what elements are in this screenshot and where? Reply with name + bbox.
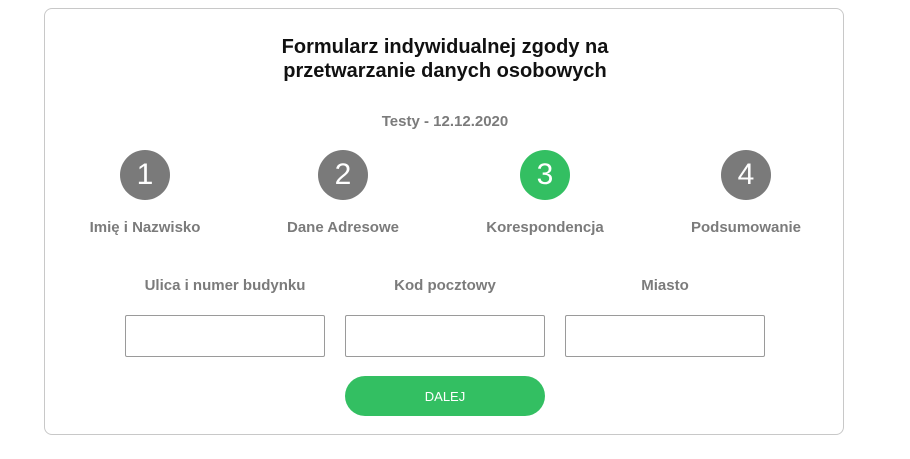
city-input[interactable]: [565, 315, 765, 357]
form-title-line-1: Formularz indywidualnej zgody na: [281, 36, 609, 58]
street-field-label: Ulica i numer budynku: [144, 277, 306, 294]
street-input[interactable]: [125, 315, 325, 357]
step-3-label: Korespondencja: [486, 219, 604, 236]
form-title-line-2: przetwarzanie danych osobowych: [283, 60, 607, 82]
city-field-group: Miasto: [565, 277, 765, 357]
step-2[interactable]: 2 Dane Adresowe: [253, 150, 433, 236]
step-4-label: Podsumowanie: [690, 219, 802, 236]
step-2-label: Dane Adresowe: [287, 219, 399, 236]
postal-code-field-group: Kod pocztowy: [345, 277, 545, 357]
step-1[interactable]: 1 Imię i Nazwisko: [55, 150, 235, 236]
step-1-number: 1: [120, 150, 170, 200]
postal-code-field-label: Kod pocztowy: [394, 277, 496, 294]
form-subtitle: Testy - 12.12.2020: [381, 113, 509, 130]
step-3-number: 3: [520, 150, 570, 200]
step-4[interactable]: 4 Podsumowanie: [656, 150, 836, 236]
consent-form-card: Formularz indywidualnej zgody na przetwa…: [44, 8, 844, 435]
step-4-number: 4: [721, 150, 771, 200]
next-button[interactable]: DALEJ: [345, 376, 545, 416]
city-field-label: Miasto: [641, 277, 689, 294]
street-field-group: Ulica i numer budynku: [125, 277, 325, 357]
step-1-label: Imię i Nazwisko: [89, 219, 201, 236]
step-2-number: 2: [318, 150, 368, 200]
step-3[interactable]: 3 Korespondencja: [455, 150, 635, 236]
form-title: Formularz indywidualnej zgody na przetwa…: [45, 35, 845, 83]
postal-code-input[interactable]: [345, 315, 545, 357]
